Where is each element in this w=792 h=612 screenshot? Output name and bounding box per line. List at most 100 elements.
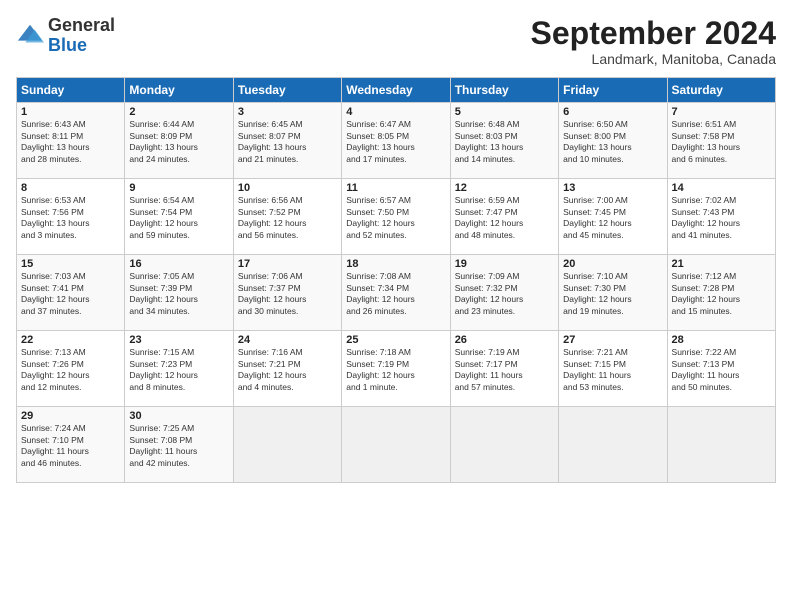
day-number: 14 <box>672 182 771 194</box>
header-row: Sunday Monday Tuesday Wednesday Thursday… <box>17 78 776 103</box>
day-number: 7 <box>672 106 771 118</box>
day-number: 5 <box>455 106 554 118</box>
calendar-week-4: 22Sunrise: 7:13 AMSunset: 7:26 PMDayligh… <box>17 331 776 407</box>
day-number: 16 <box>129 258 228 270</box>
cell-content: Sunrise: 6:59 AMSunset: 7:47 PMDaylight:… <box>455 195 554 241</box>
calendar-cell: 7Sunrise: 6:51 AMSunset: 7:58 PMDaylight… <box>667 103 775 179</box>
cell-content: Sunrise: 6:47 AMSunset: 8:05 PMDaylight:… <box>346 119 445 165</box>
day-number: 28 <box>672 334 771 346</box>
day-number: 21 <box>672 258 771 270</box>
day-number: 11 <box>346 182 445 194</box>
cell-content: Sunrise: 6:45 AMSunset: 8:07 PMDaylight:… <box>238 119 337 165</box>
calendar-cell: 17Sunrise: 7:06 AMSunset: 7:37 PMDayligh… <box>233 255 341 331</box>
day-number: 12 <box>455 182 554 194</box>
col-wednesday: Wednesday <box>342 78 450 103</box>
cell-content: Sunrise: 7:05 AMSunset: 7:39 PMDaylight:… <box>129 271 228 317</box>
header: General Blue September 2024 Landmark, Ma… <box>16 16 776 67</box>
logo-general: General <box>48 15 115 35</box>
cell-content: Sunrise: 6:53 AMSunset: 7:56 PMDaylight:… <box>21 195 120 241</box>
cell-content: Sunrise: 6:43 AMSunset: 8:11 PMDaylight:… <box>21 119 120 165</box>
calendar-cell: 15Sunrise: 7:03 AMSunset: 7:41 PMDayligh… <box>17 255 125 331</box>
calendar-cell: 20Sunrise: 7:10 AMSunset: 7:30 PMDayligh… <box>559 255 667 331</box>
calendar-cell: 14Sunrise: 7:02 AMSunset: 7:43 PMDayligh… <box>667 179 775 255</box>
day-number: 25 <box>346 334 445 346</box>
calendar-cell: 8Sunrise: 6:53 AMSunset: 7:56 PMDaylight… <box>17 179 125 255</box>
calendar-cell: 19Sunrise: 7:09 AMSunset: 7:32 PMDayligh… <box>450 255 558 331</box>
calendar-cell: 1Sunrise: 6:43 AMSunset: 8:11 PMDaylight… <box>17 103 125 179</box>
day-number: 24 <box>238 334 337 346</box>
calendar-cell: 26Sunrise: 7:19 AMSunset: 7:17 PMDayligh… <box>450 331 558 407</box>
day-number: 17 <box>238 258 337 270</box>
cell-content: Sunrise: 6:51 AMSunset: 7:58 PMDaylight:… <box>672 119 771 165</box>
calendar-cell: 24Sunrise: 7:16 AMSunset: 7:21 PMDayligh… <box>233 331 341 407</box>
cell-content: Sunrise: 7:15 AMSunset: 7:23 PMDaylight:… <box>129 347 228 393</box>
day-number: 22 <box>21 334 120 346</box>
cell-content: Sunrise: 7:18 AMSunset: 7:19 PMDaylight:… <box>346 347 445 393</box>
title-block: September 2024 Landmark, Manitoba, Canad… <box>531 16 776 67</box>
day-number: 15 <box>21 258 120 270</box>
calendar-body: 1Sunrise: 6:43 AMSunset: 8:11 PMDaylight… <box>17 103 776 483</box>
calendar-cell: 13Sunrise: 7:00 AMSunset: 7:45 PMDayligh… <box>559 179 667 255</box>
day-number: 20 <box>563 258 662 270</box>
day-number: 26 <box>455 334 554 346</box>
cell-content: Sunrise: 7:21 AMSunset: 7:15 PMDaylight:… <box>563 347 662 393</box>
cell-content: Sunrise: 7:24 AMSunset: 7:10 PMDaylight:… <box>21 423 120 469</box>
cell-content: Sunrise: 6:54 AMSunset: 7:54 PMDaylight:… <box>129 195 228 241</box>
cell-content: Sunrise: 6:48 AMSunset: 8:03 PMDaylight:… <box>455 119 554 165</box>
cell-content: Sunrise: 6:57 AMSunset: 7:50 PMDaylight:… <box>346 195 445 241</box>
cell-content: Sunrise: 7:13 AMSunset: 7:26 PMDaylight:… <box>21 347 120 393</box>
col-tuesday: Tuesday <box>233 78 341 103</box>
calendar-cell: 11Sunrise: 6:57 AMSunset: 7:50 PMDayligh… <box>342 179 450 255</box>
calendar-cell: 23Sunrise: 7:15 AMSunset: 7:23 PMDayligh… <box>125 331 233 407</box>
day-number: 9 <box>129 182 228 194</box>
calendar-cell: 3Sunrise: 6:45 AMSunset: 8:07 PMDaylight… <box>233 103 341 179</box>
cell-content: Sunrise: 7:08 AMSunset: 7:34 PMDaylight:… <box>346 271 445 317</box>
calendar-table: Sunday Monday Tuesday Wednesday Thursday… <box>16 77 776 483</box>
day-number: 19 <box>455 258 554 270</box>
calendar-cell: 10Sunrise: 6:56 AMSunset: 7:52 PMDayligh… <box>233 179 341 255</box>
day-number: 1 <box>21 106 120 118</box>
cell-content: Sunrise: 7:25 AMSunset: 7:08 PMDaylight:… <box>129 423 228 469</box>
day-number: 3 <box>238 106 337 118</box>
calendar-cell: 12Sunrise: 6:59 AMSunset: 7:47 PMDayligh… <box>450 179 558 255</box>
day-number: 30 <box>129 410 228 422</box>
day-number: 8 <box>21 182 120 194</box>
cell-content: Sunrise: 7:12 AMSunset: 7:28 PMDaylight:… <box>672 271 771 317</box>
col-monday: Monday <box>125 78 233 103</box>
calendar-week-1: 1Sunrise: 6:43 AMSunset: 8:11 PMDaylight… <box>17 103 776 179</box>
day-number: 10 <box>238 182 337 194</box>
cell-content: Sunrise: 6:44 AMSunset: 8:09 PMDaylight:… <box>129 119 228 165</box>
logo-icon <box>16 22 44 50</box>
day-number: 18 <box>346 258 445 270</box>
logo: General Blue <box>16 16 115 56</box>
calendar-cell <box>233 407 341 483</box>
cell-content: Sunrise: 7:10 AMSunset: 7:30 PMDaylight:… <box>563 271 662 317</box>
day-number: 13 <box>563 182 662 194</box>
calendar-page: General Blue September 2024 Landmark, Ma… <box>0 0 792 612</box>
logo-blue: Blue <box>48 35 87 55</box>
calendar-cell <box>667 407 775 483</box>
month-title: September 2024 <box>531 16 776 51</box>
cell-content: Sunrise: 7:09 AMSunset: 7:32 PMDaylight:… <box>455 271 554 317</box>
calendar-week-2: 8Sunrise: 6:53 AMSunset: 7:56 PMDaylight… <box>17 179 776 255</box>
calendar-cell: 16Sunrise: 7:05 AMSunset: 7:39 PMDayligh… <box>125 255 233 331</box>
day-number: 29 <box>21 410 120 422</box>
calendar-week-5: 29Sunrise: 7:24 AMSunset: 7:10 PMDayligh… <box>17 407 776 483</box>
logo-text: General Blue <box>48 16 115 56</box>
location-subtitle: Landmark, Manitoba, Canada <box>531 51 776 67</box>
calendar-cell: 25Sunrise: 7:18 AMSunset: 7:19 PMDayligh… <box>342 331 450 407</box>
day-number: 27 <box>563 334 662 346</box>
calendar-week-3: 15Sunrise: 7:03 AMSunset: 7:41 PMDayligh… <box>17 255 776 331</box>
cell-content: Sunrise: 6:56 AMSunset: 7:52 PMDaylight:… <box>238 195 337 241</box>
calendar-cell: 22Sunrise: 7:13 AMSunset: 7:26 PMDayligh… <box>17 331 125 407</box>
calendar-cell: 5Sunrise: 6:48 AMSunset: 8:03 PMDaylight… <box>450 103 558 179</box>
day-number: 2 <box>129 106 228 118</box>
day-number: 6 <box>563 106 662 118</box>
calendar-cell: 18Sunrise: 7:08 AMSunset: 7:34 PMDayligh… <box>342 255 450 331</box>
col-saturday: Saturday <box>667 78 775 103</box>
cell-content: Sunrise: 6:50 AMSunset: 8:00 PMDaylight:… <box>563 119 662 165</box>
day-number: 4 <box>346 106 445 118</box>
col-friday: Friday <box>559 78 667 103</box>
calendar-cell: 2Sunrise: 6:44 AMSunset: 8:09 PMDaylight… <box>125 103 233 179</box>
calendar-cell: 29Sunrise: 7:24 AMSunset: 7:10 PMDayligh… <box>17 407 125 483</box>
